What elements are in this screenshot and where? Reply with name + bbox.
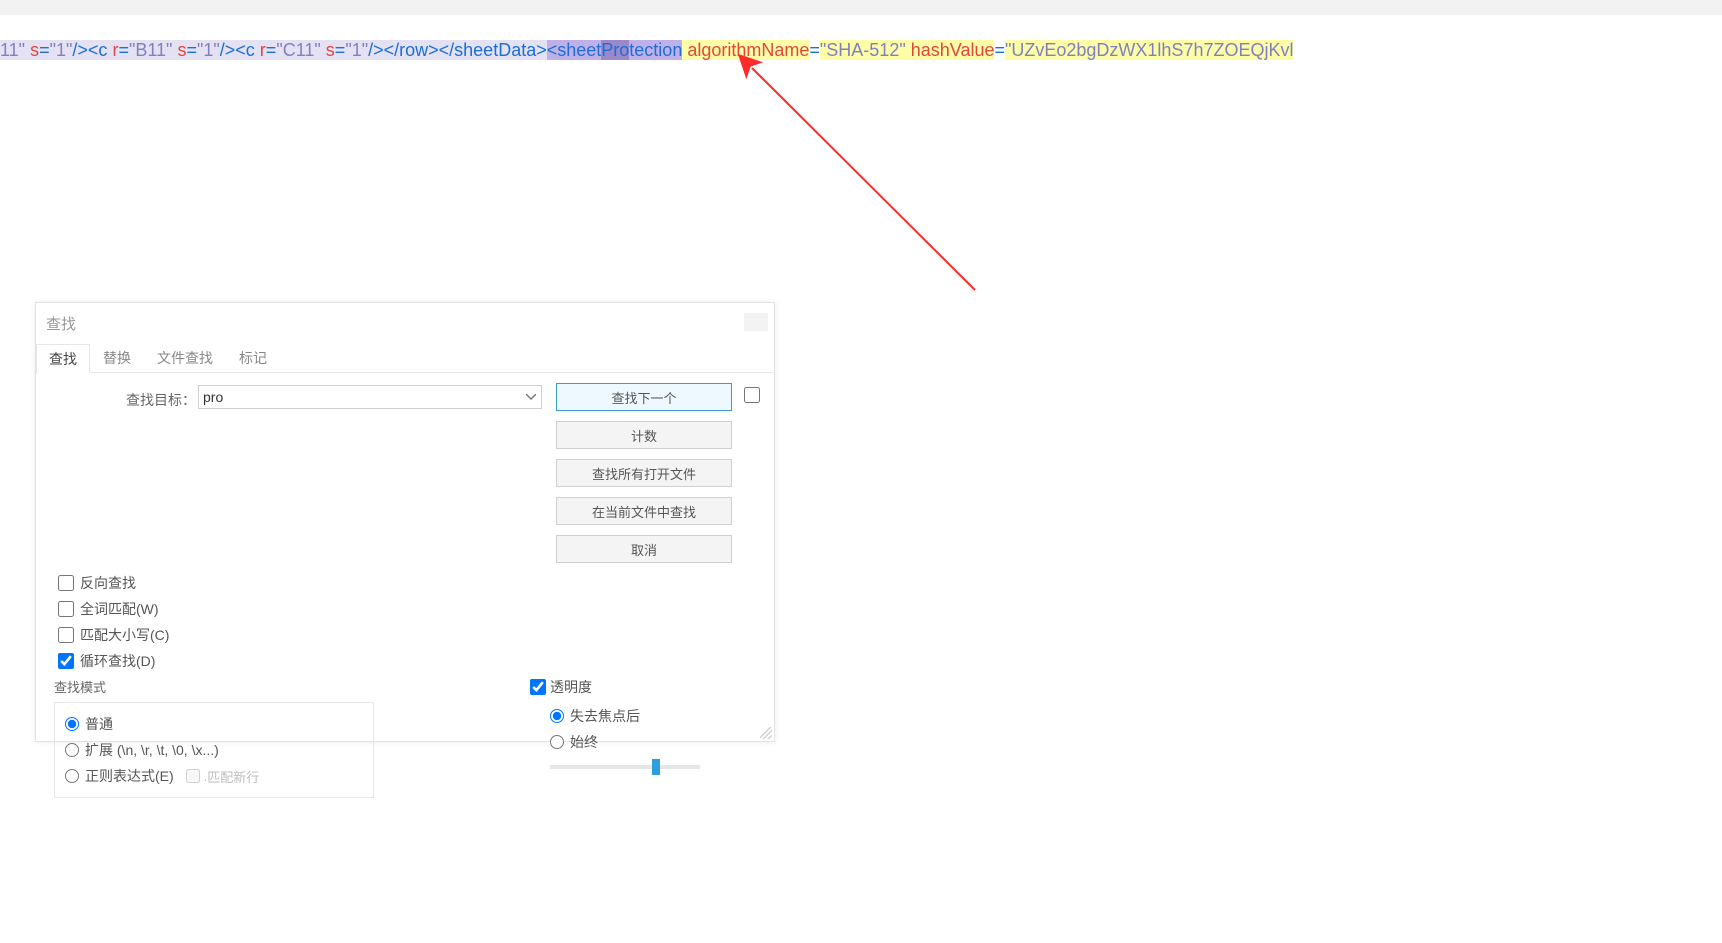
match-case-checkbox[interactable] <box>58 627 74 643</box>
close-button[interactable] <box>744 313 768 331</box>
top-aux-checkbox[interactable] <box>744 387 760 403</box>
mode-extended-label: 扩展 (\n, \r, \t, \0, \x...) <box>85 740 219 760</box>
code-token: = <box>186 40 197 60</box>
resize-grip[interactable] <box>760 727 772 739</box>
highlight-match: <sheet <box>547 40 602 60</box>
find-target-dropdown[interactable] <box>520 385 542 409</box>
mode-regex-label: 正则表达式(E) <box>85 766 174 786</box>
code-token: s <box>321 40 335 60</box>
code-token: "1" <box>50 40 73 60</box>
dialog-body: 查找目标： 查找下一个 计数 查找所有打开文件 在当前文件中查找 取消 反向查找… <box>36 375 774 741</box>
highlight-match: tection <box>629 40 682 60</box>
code-token: "1" <box>197 40 220 60</box>
code-token: "B11" <box>129 40 172 60</box>
mode-regex[interactable]: 正则表达式(E) . 匹配新行 <box>65 763 363 789</box>
find-in-current-button[interactable]: 在当前文件中查找 <box>556 497 732 525</box>
code-token: /><c <box>220 40 260 60</box>
option-reverse[interactable]: 反向查找 <box>58 570 169 596</box>
find-target-label: 查找目标： <box>126 390 196 410</box>
transparency-group: 透明度 失去焦点后 始终 <box>530 677 740 769</box>
reverse-checkbox[interactable] <box>58 575 74 591</box>
match-newline-option[interactable]: . 匹配新行 <box>186 767 260 786</box>
highlight-match-focus: Pro <box>601 40 629 60</box>
code-token: /></row></sheetData> <box>368 40 547 60</box>
code-token: "C11" <box>276 40 320 60</box>
code-token: = <box>335 40 346 60</box>
transparency-checkbox[interactable] <box>530 679 546 695</box>
code-token: s <box>172 40 186 60</box>
code-token: = <box>118 40 129 60</box>
code-token: = <box>266 40 277 60</box>
transparency-slider-thumb[interactable] <box>652 759 660 775</box>
option-whole-word[interactable]: 全词匹配(W) <box>58 596 169 622</box>
reverse-label: 反向查找 <box>80 573 136 593</box>
dialog-title: 查找 <box>46 313 76 334</box>
tab-mark[interactable]: 标记 <box>226 343 280 373</box>
mode-extended-radio[interactable] <box>65 743 79 757</box>
code-token: "UZvEo2bgDzWX1lhS7h7ZOEQjKvl <box>1005 40 1294 60</box>
transparency-slider[interactable] <box>550 765 700 769</box>
code-token: hashValue <box>906 40 995 60</box>
mode-regex-radio[interactable] <box>65 769 79 783</box>
match-newline-checkbox[interactable] <box>186 769 200 783</box>
top-grey-bar <box>0 0 1722 15</box>
find-target-input[interactable] <box>198 385 542 409</box>
mode-normal-radio[interactable] <box>65 717 79 731</box>
trans-lose-focus-label: 失去焦点后 <box>570 706 640 726</box>
search-mode-title: 查找模式 <box>54 677 374 696</box>
find-next-button[interactable]: 查找下一个 <box>556 383 732 411</box>
code-token: s <box>25 40 39 60</box>
chevron-down-icon <box>526 394 536 400</box>
tab-find[interactable]: 查找 <box>36 344 90 374</box>
transparency-toggle[interactable]: 透明度 <box>530 677 740 697</box>
transparency-box: 失去焦点后 始终 <box>530 703 740 769</box>
trans-always-radio[interactable] <box>550 735 564 749</box>
wrap-label: 循环查找(D) <box>80 651 155 671</box>
tab-file-find[interactable]: 文件查找 <box>144 343 226 373</box>
code-token: = <box>39 40 50 60</box>
trans-lose-focus-radio[interactable] <box>550 709 564 723</box>
code-token: = <box>809 40 820 60</box>
transparency-always[interactable]: 始终 <box>550 729 740 755</box>
code-token: /><c <box>72 40 112 60</box>
code-token: algorithmName <box>682 40 809 60</box>
whole-word-label: 全词匹配(W) <box>80 599 159 619</box>
mode-normal-label: 普通 <box>85 714 113 734</box>
cancel-button[interactable]: 取消 <box>556 535 732 563</box>
option-wrap[interactable]: 循环查找(D) <box>58 648 169 674</box>
action-buttons: 查找下一个 计数 查找所有打开文件 在当前文件中查找 取消 <box>556 383 732 573</box>
tab-replace[interactable]: 替换 <box>90 343 144 373</box>
code-token: = <box>994 40 1005 60</box>
trans-always-label: 始终 <box>570 732 598 752</box>
whole-word-checkbox[interactable] <box>58 601 74 617</box>
match-newline-label: 匹配新行 <box>207 767 259 786</box>
search-mode-box: 普通 扩展 (\n, \r, \t, \0, \x...) 正则表达式(E) .… <box>54 702 374 798</box>
find-all-open-button[interactable]: 查找所有打开文件 <box>556 459 732 487</box>
code-line[interactable]: 11" s="1"/><c r="B11" s="1"/><c r="C11" … <box>0 38 1722 62</box>
option-match-case[interactable]: 匹配大小写(C) <box>58 622 169 648</box>
mode-normal[interactable]: 普通 <box>65 711 363 737</box>
transparency-on-lose-focus[interactable]: 失去焦点后 <box>550 703 740 729</box>
transparency-label: 透明度 <box>550 677 592 697</box>
search-mode-group: 查找模式 普通 扩展 (\n, \r, \t, \0, \x...) 正则表达式… <box>54 677 374 798</box>
mode-extended[interactable]: 扩展 (\n, \r, \t, \0, \x...) <box>65 737 363 763</box>
count-button[interactable]: 计数 <box>556 421 732 449</box>
code-token: 11" <box>0 40 25 60</box>
find-dialog: 查找 查找 替换 文件查找 标记 查找目标： 查找下一个 计数 查找所有打开文件… <box>35 302 775 742</box>
match-case-label: 匹配大小写(C) <box>80 625 169 645</box>
wrap-checkbox[interactable] <box>58 653 74 669</box>
find-options: 反向查找 全词匹配(W) 匹配大小写(C) 循环查找(D) <box>58 570 169 674</box>
dialog-tabs: 查找 替换 文件查找 标记 <box>36 343 774 373</box>
code-token: "1" <box>345 40 368 60</box>
code-token: "SHA-512" <box>820 40 906 60</box>
